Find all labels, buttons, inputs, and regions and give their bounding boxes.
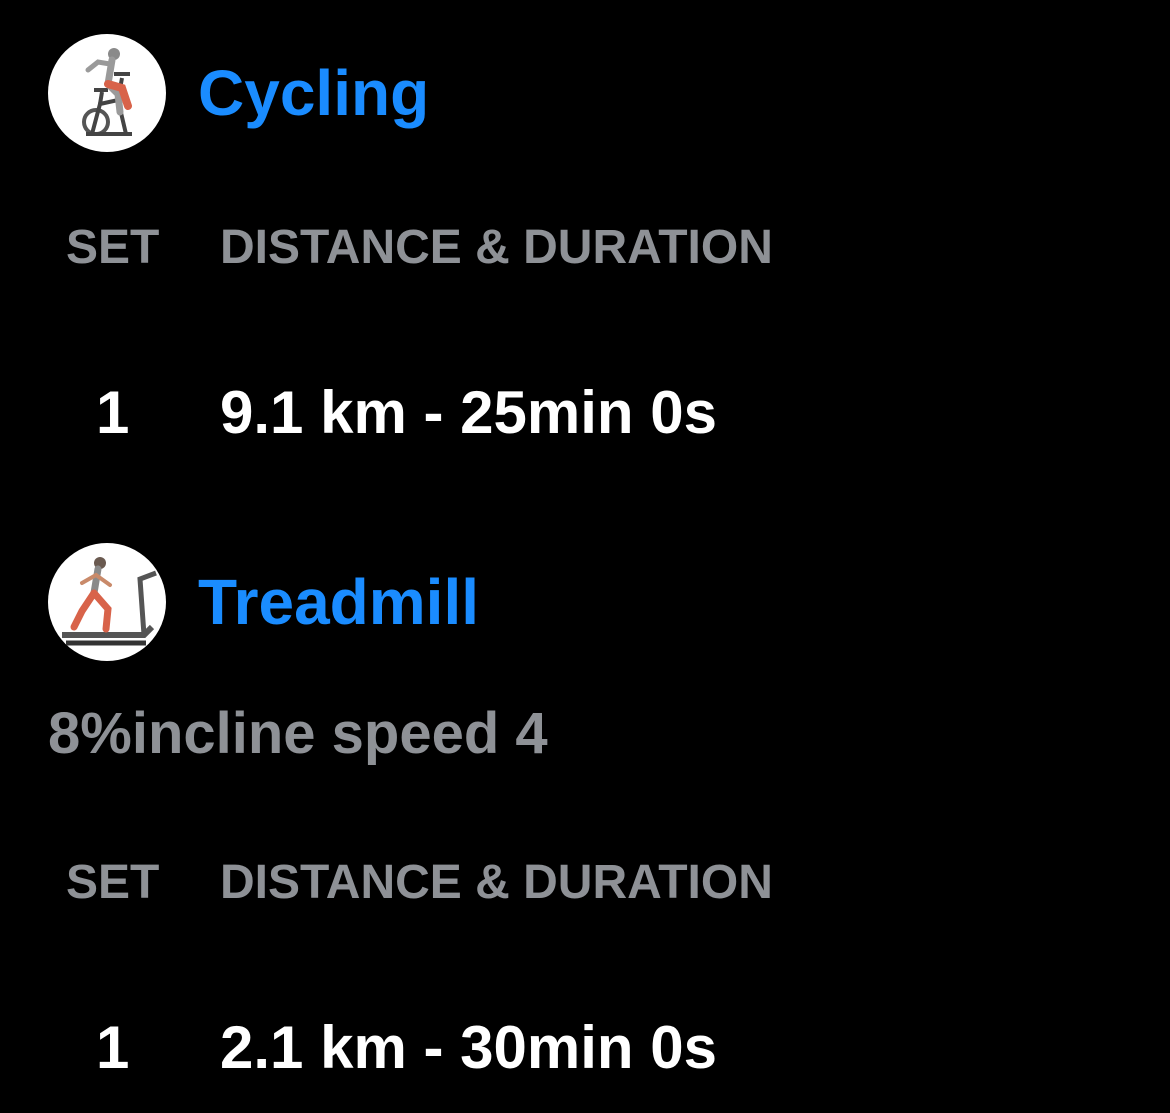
exercise-title[interactable]: Treadmill [198,565,479,639]
set-number: 1 [96,379,130,446]
set-number: 1 [96,1014,130,1081]
stationary-bike-exercise-icon[interactable] [48,34,166,152]
exercise-note: 8%incline speed 4 [48,701,548,766]
set-distance-duration: 2.1 km - 30min 0s [220,1014,717,1081]
exercise-header[interactable]: Treadmill [48,543,479,661]
exercise-header[interactable]: Cycling [48,34,429,152]
set-distance-duration: 9.1 km - 25min 0s [220,379,717,446]
treadmill-exercise-icon[interactable] [48,543,166,661]
distance-duration-column-header: DISTANCE & DURATION [220,221,773,274]
exercise-title[interactable]: Cycling [198,56,429,130]
set-column-header: SET [66,221,160,274]
distance-duration-column-header: DISTANCE & DURATION [220,856,773,909]
set-column-header: SET [66,856,160,909]
